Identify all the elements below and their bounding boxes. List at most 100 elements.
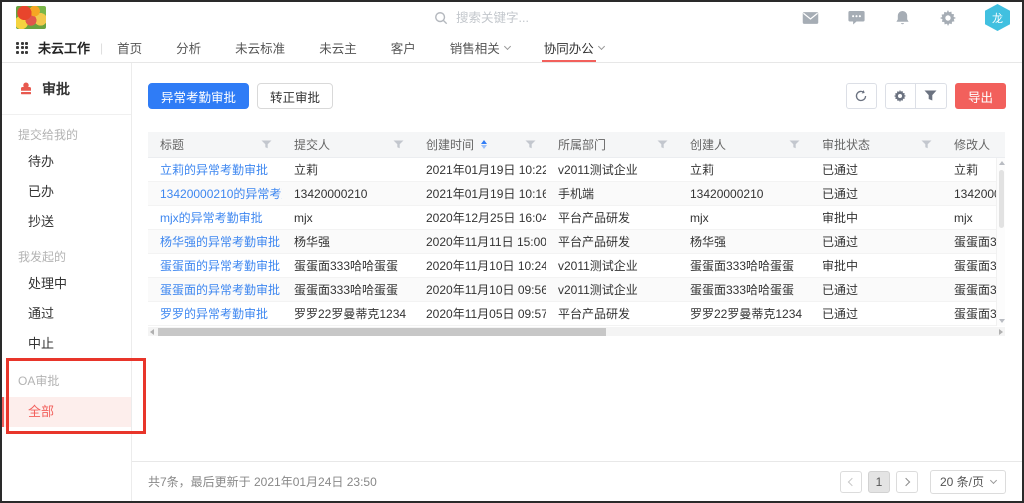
global-search bbox=[434, 2, 616, 33]
sidebar-item[interactable]: 通过 bbox=[2, 299, 131, 329]
table-row[interactable]: 13420000210的异常考勤审批134200002102021年01月19日… bbox=[148, 182, 1005, 206]
nav-items: 首页 分析 未云标准 未云主 客户 销售相关 协同办公 bbox=[117, 33, 638, 62]
sidebar-item[interactable]: 已办 bbox=[2, 177, 131, 207]
table-row[interactable]: 立莉的异常考勤审批立莉2021年01月19日 10:22v2011测试企业立莉已… bbox=[148, 158, 1005, 182]
vertical-scroll-thumb[interactable] bbox=[999, 170, 1004, 228]
column-header[interactable]: 所属部门 bbox=[546, 132, 678, 157]
scroll-down-arrow-icon[interactable] bbox=[999, 319, 1005, 323]
refresh-button[interactable] bbox=[846, 83, 877, 109]
record-title-link[interactable]: 杨华强的异常考勤审批 bbox=[148, 233, 282, 250]
filter-button[interactable] bbox=[916, 83, 947, 109]
table-cell: v2011测试企业 bbox=[546, 281, 678, 298]
sidebar-group: OA审批全部 bbox=[2, 369, 131, 427]
sidebar-title: 审批 bbox=[2, 63, 131, 115]
column-header[interactable]: 提交人 bbox=[282, 132, 414, 157]
nav-item[interactable]: 分析 bbox=[176, 33, 201, 62]
table-cell: 立莉 bbox=[678, 161, 810, 178]
table-cell: 平台产品研发 bbox=[546, 233, 678, 250]
nav-item[interactable]: 客户 bbox=[391, 33, 416, 62]
table-row[interactable]: 罗罗的异常考勤审批罗罗22罗曼蒂克12342020年11月05日 09:57平台… bbox=[148, 302, 1005, 326]
nav-item[interactable]: 首页 bbox=[117, 33, 142, 62]
apps-grid-icon[interactable] bbox=[16, 42, 28, 54]
main-panel: 异常考勤审批转正审批 导出 bbox=[132, 63, 1022, 501]
horizontal-scroll-thumb[interactable] bbox=[158, 328, 606, 336]
table-cell: 杨华强 bbox=[282, 233, 414, 250]
table-cell: 2020年11月11日 15:00 bbox=[414, 233, 546, 250]
toolbar-tab[interactable]: 转正审批 bbox=[257, 83, 333, 109]
table-cell: 蛋蛋面333哈哈蛋蛋 bbox=[678, 281, 810, 298]
column-settings-button[interactable] bbox=[885, 83, 916, 109]
next-page-button[interactable] bbox=[896, 471, 918, 493]
main-nav-bar: 未云工作 | 首页分析未云标准未云主客户销售相关协同办公 bbox=[2, 33, 1022, 63]
column-header[interactable]: 审批状态 bbox=[810, 132, 942, 157]
column-header[interactable]: 创建时间 bbox=[414, 132, 546, 157]
table-cell: 审批中 bbox=[810, 257, 942, 274]
filter-funnel-icon bbox=[924, 90, 937, 102]
column-header[interactable]: 标题 bbox=[148, 132, 282, 157]
sidebar-item[interactable]: 处理中 bbox=[2, 269, 131, 299]
column-filter-icon[interactable] bbox=[393, 140, 404, 150]
page-size-value: 20 条/页 bbox=[940, 473, 984, 490]
record-count-summary: 共7条，最后更新于 2021年01月24日 23:50 bbox=[148, 473, 377, 490]
company-logo bbox=[16, 6, 46, 29]
table-cell: 2020年11月10日 10:24 bbox=[414, 257, 546, 274]
mail-icon[interactable] bbox=[801, 9, 819, 27]
column-header[interactable]: 修改人 bbox=[942, 132, 1005, 157]
page-size-select[interactable]: 20 条/页 bbox=[930, 470, 1006, 494]
sidebar-item[interactable]: 全部 bbox=[2, 397, 131, 427]
scroll-left-arrow-icon[interactable] bbox=[150, 329, 154, 335]
user-avatar[interactable]: 龙 bbox=[985, 4, 1010, 31]
record-title-link[interactable]: 蛋蛋面的异常考勤审批 bbox=[148, 281, 282, 298]
table-row[interactable]: 杨华强的异常考勤审批杨华强2020年11月11日 15:00平台产品研发杨华强已… bbox=[148, 230, 1005, 254]
toolbar-tab[interactable]: 异常考勤审批 bbox=[148, 83, 249, 109]
column-filter-icon[interactable] bbox=[921, 140, 932, 150]
sort-icon[interactable] bbox=[481, 140, 487, 149]
vertical-scrollbar[interactable] bbox=[996, 158, 1005, 326]
record-title-link[interactable]: 罗罗的异常考勤审批 bbox=[148, 305, 282, 322]
table-cell: 手机端 bbox=[546, 185, 678, 202]
nav-dropdown[interactable]: 销售相关 bbox=[450, 33, 510, 62]
export-button[interactable]: 导出 bbox=[955, 83, 1006, 109]
record-title-link[interactable]: 13420000210的异常考勤审批 bbox=[148, 185, 282, 202]
sidebar-item[interactable]: 中止 bbox=[2, 329, 131, 359]
sidebar-item[interactable]: 待办 bbox=[2, 147, 131, 177]
column-filter-icon[interactable] bbox=[525, 140, 536, 150]
table-row[interactable]: 蛋蛋面的异常考勤审批蛋蛋面333哈哈蛋蛋2020年11月10日 09:56v20… bbox=[148, 278, 1005, 302]
table-cell: mjx bbox=[678, 211, 810, 225]
table-row[interactable]: 蛋蛋面的异常考勤审批蛋蛋面333哈哈蛋蛋2020年11月10日 10:24v20… bbox=[148, 254, 1005, 278]
prev-page-button[interactable] bbox=[840, 471, 862, 493]
table-cell: v2011测试企业 bbox=[546, 161, 678, 178]
settings-gear-icon bbox=[893, 89, 907, 103]
column-filter-icon[interactable] bbox=[789, 140, 800, 150]
scroll-up-arrow-icon[interactable] bbox=[999, 161, 1005, 165]
record-title-link[interactable]: 立莉的异常考勤审批 bbox=[148, 161, 282, 178]
chevron-left-icon bbox=[848, 477, 856, 485]
table-cell: 蛋蛋面333哈哈蛋蛋 bbox=[282, 257, 414, 274]
column-header[interactable]: 创建人 bbox=[678, 132, 810, 157]
table-cell: 2021年01月19日 10:22 bbox=[414, 161, 546, 178]
table-header: 标题提交人创建时间所属部门创建人审批状态修改人 bbox=[148, 132, 1005, 158]
column-filter-icon[interactable] bbox=[657, 140, 668, 150]
table-footer: 共7条，最后更新于 2021年01月24日 23:50 1 20 条/页 bbox=[132, 461, 1022, 501]
table-cell: 平台产品研发 bbox=[546, 209, 678, 226]
gear-icon[interactable] bbox=[939, 9, 957, 27]
record-title-link[interactable]: mjx的异常考勤审批 bbox=[148, 209, 282, 226]
table-row[interactable]: mjx的异常考勤审批mjx2020年12月25日 16:04平台产品研发mjx审… bbox=[148, 206, 1005, 230]
sidebar-item[interactable]: 抄送 bbox=[2, 207, 131, 237]
nav-item[interactable]: 未云标准 bbox=[235, 33, 285, 62]
table-cell: 蛋蛋面333哈哈蛋蛋 bbox=[678, 257, 810, 274]
column-filter-icon[interactable] bbox=[261, 140, 272, 150]
search-input[interactable] bbox=[456, 11, 616, 25]
workspace-menu[interactable]: 未云工作 bbox=[38, 38, 90, 57]
scroll-right-arrow-icon[interactable] bbox=[999, 329, 1003, 335]
chat-icon[interactable] bbox=[847, 9, 865, 27]
table-cell: 已通过 bbox=[810, 185, 942, 202]
horizontal-scrollbar[interactable] bbox=[148, 327, 1005, 336]
bell-icon[interactable] bbox=[893, 9, 911, 27]
nav-item[interactable]: 未云主 bbox=[319, 33, 357, 62]
record-title-link[interactable]: 蛋蛋面的异常考勤审批 bbox=[148, 257, 282, 274]
sidebar-group-label: 我发起的 bbox=[18, 245, 131, 269]
nav-dropdown[interactable]: 协同办公 bbox=[544, 33, 604, 62]
current-page-button[interactable]: 1 bbox=[868, 471, 890, 493]
sidebar-group: 提交给我的待办已办抄送 bbox=[2, 123, 131, 237]
